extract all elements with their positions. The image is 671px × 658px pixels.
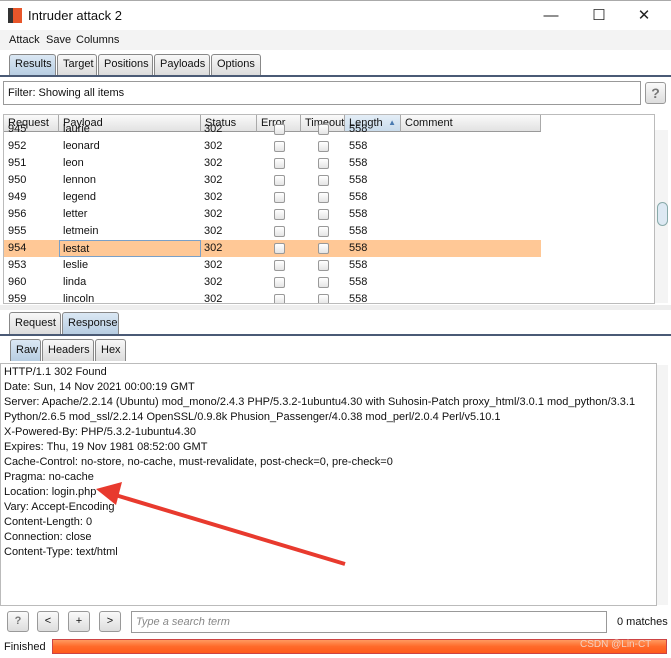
previous-match-button[interactable]: < [37, 611, 59, 632]
add-button[interactable]: + [68, 611, 90, 632]
watermark: CSDN @Lin-CT [580, 639, 652, 650]
next-match-button[interactable]: > [99, 611, 121, 632]
search-help-button[interactable]: ? [7, 611, 29, 632]
annotation-arrow [96, 482, 346, 566]
match-count: 0 matches [617, 616, 668, 628]
arrow-head [96, 482, 122, 505]
arrow-shaft [111, 492, 346, 566]
status-text: Finished [4, 641, 46, 653]
search-input[interactable]: Type a search term [131, 611, 607, 633]
progress-bar [52, 639, 667, 654]
